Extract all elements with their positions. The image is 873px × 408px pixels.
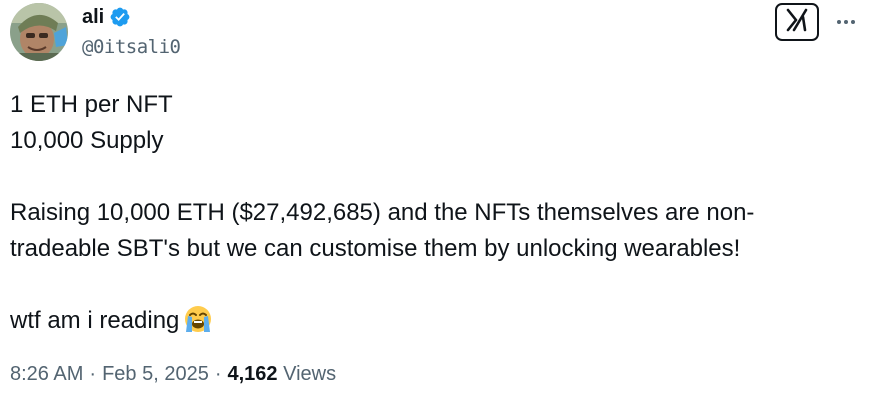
tweet-line-last: wtf am i reading xyxy=(10,303,855,339)
avatar[interactable] xyxy=(10,3,68,61)
tweet-card: ali @0itsali0 1 ETH per NFT 10,000 Suppl… xyxy=(0,0,873,408)
verified-badge-icon xyxy=(109,6,131,28)
grok-icon xyxy=(784,7,810,38)
tweet-meta: 8:26 AM · Feb 5, 2025 · 4,162 Views xyxy=(10,361,336,387)
loudly-crying-face-icon xyxy=(183,304,213,334)
views-label: Views xyxy=(283,363,337,385)
tweet-text: 1 ETH per NFT 10,000 Supply Raising 10,0… xyxy=(10,87,855,339)
tweet-date[interactable]: Feb 5, 2025 xyxy=(102,361,209,387)
views-count: 4,162 xyxy=(227,363,278,385)
author-handle[interactable]: @0itsali0 xyxy=(82,35,181,59)
tweet-line: wtf am i reading xyxy=(10,307,180,334)
tweet-line: tradeable SBT's but we can customise the… xyxy=(10,235,741,262)
grok-button[interactable] xyxy=(775,3,819,41)
tweet-line: Raising 10,000 ETH ($27,492,685) and the… xyxy=(10,199,755,226)
views[interactable]: 4,162 Views xyxy=(227,361,336,387)
meta-separator: · xyxy=(89,363,97,385)
more-horizontal-icon xyxy=(837,20,841,24)
tweet-line: 10,000 Supply xyxy=(10,127,164,154)
tweet-line: 1 ETH per NFT xyxy=(10,91,173,118)
tweet-time[interactable]: 8:26 AM xyxy=(10,361,83,387)
display-name[interactable]: ali xyxy=(82,5,104,29)
author-name-row[interactable]: ali xyxy=(82,5,131,29)
meta-separator: · xyxy=(214,363,222,385)
more-options-button[interactable] xyxy=(833,10,859,34)
